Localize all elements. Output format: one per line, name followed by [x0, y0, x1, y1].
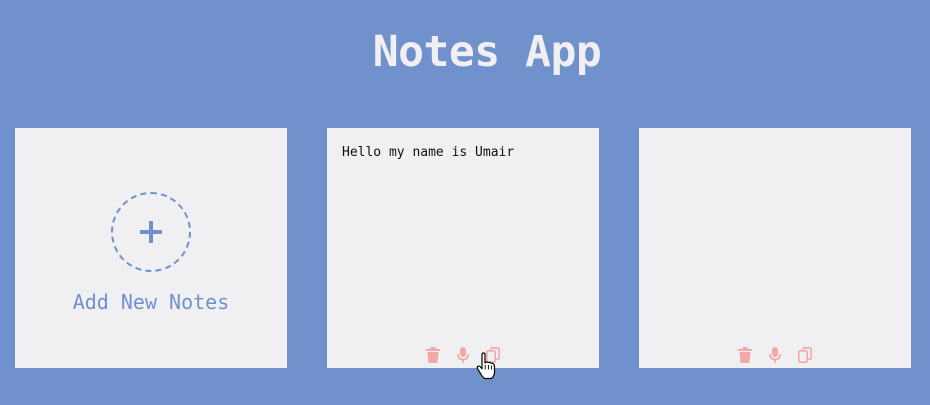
app-title: Notes App [372, 27, 602, 77]
note-card: Hello my name is Umair [327, 128, 599, 368]
note-textarea[interactable]: Hello my name is Umair [342, 142, 584, 322]
microphone-icon [457, 347, 469, 363]
trash-icon [426, 347, 440, 363]
plus-icon [140, 221, 162, 243]
copy-note-button[interactable] [797, 346, 813, 364]
note-textarea[interactable] [654, 142, 896, 322]
copy-icon [798, 347, 812, 363]
microphone-icon [769, 347, 781, 363]
delete-note-button[interactable] [425, 346, 441, 364]
speak-note-button[interactable] [767, 346, 783, 364]
note-actions [639, 346, 911, 366]
copy-note-button[interactable] [485, 346, 501, 364]
delete-note-button[interactable] [737, 346, 753, 364]
add-note-circle[interactable] [111, 192, 191, 272]
note-card [639, 128, 911, 368]
trash-icon [738, 347, 752, 363]
speak-note-button[interactable] [455, 346, 471, 364]
copy-icon [486, 347, 500, 363]
add-note-card[interactable]: Add New Notes [15, 128, 287, 368]
add-note-label: Add New Notes [72, 290, 230, 314]
note-actions [327, 346, 599, 366]
